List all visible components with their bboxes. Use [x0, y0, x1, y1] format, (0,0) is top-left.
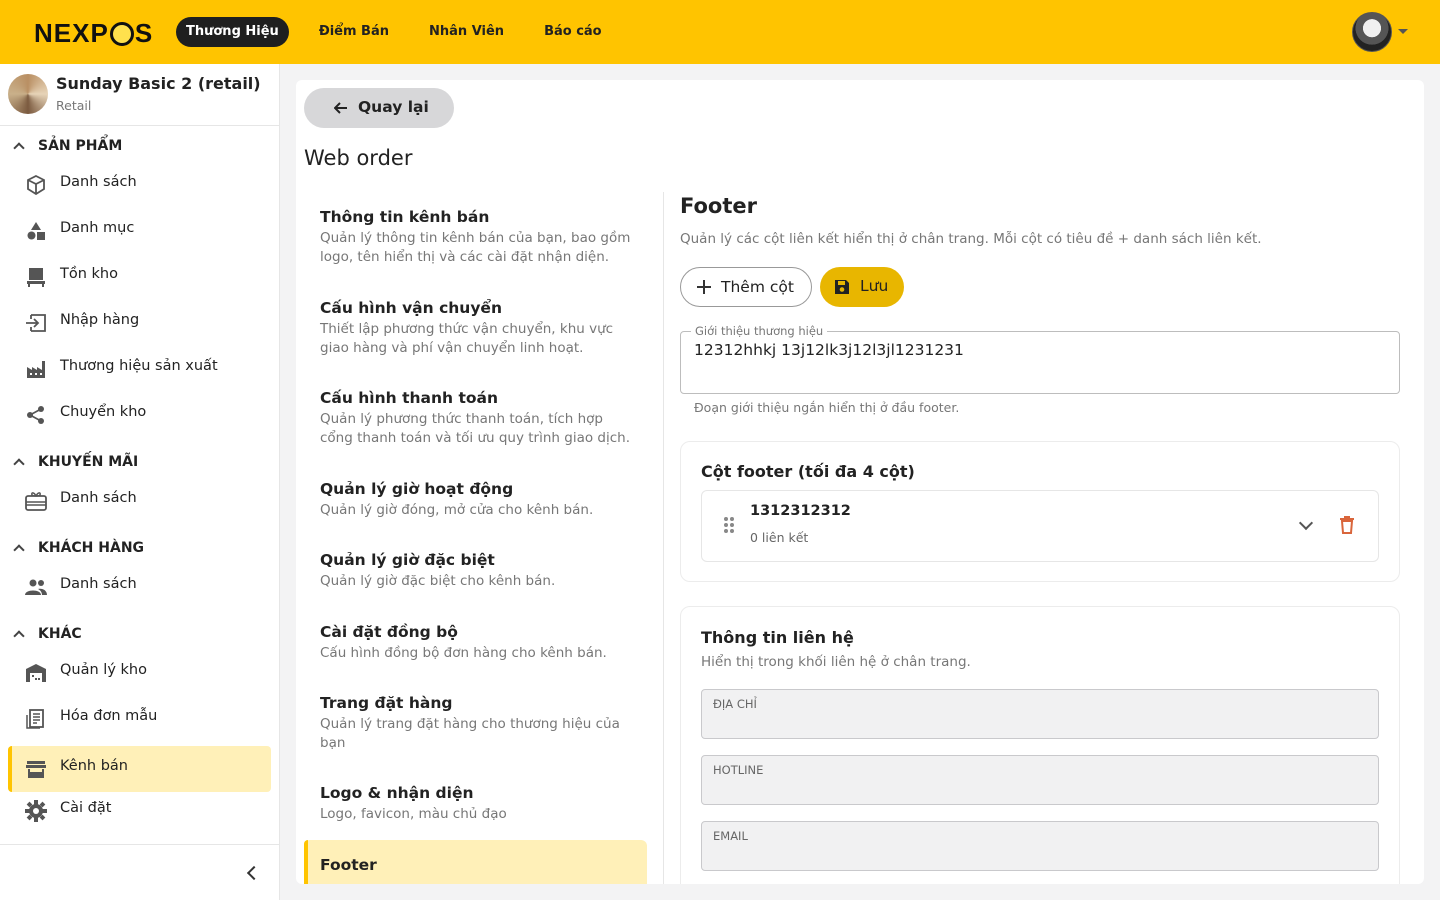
- store-name: Sunday Basic 2 (retail): [56, 74, 261, 93]
- trash-icon[interactable]: [1340, 516, 1354, 534]
- category-icon: [25, 220, 47, 242]
- hotline-field[interactable]: HOTLINE: [701, 755, 1379, 805]
- logo-circle-icon: [109, 21, 134, 46]
- sidebar-item-nhap-hang[interactable]: Nhập hàng: [8, 300, 271, 346]
- brand-intro-helper-text: Đoạn giới thiệu ngắn hiển thị ở đầu foot…: [694, 400, 960, 415]
- nexpos-logo[interactable]: NEXP S: [34, 18, 153, 49]
- drag-handle-icon[interactable]: [724, 517, 736, 535]
- save-button[interactable]: Lưu: [820, 267, 904, 307]
- address-label: ĐỊA CHỈ: [713, 697, 757, 711]
- section-san-pham[interactable]: SẢN PHẨM: [14, 134, 122, 158]
- chevron-up-icon: [14, 543, 24, 553]
- chevron-up-icon: [14, 141, 24, 151]
- topnav-nhan-vien[interactable]: Nhân Viên: [419, 17, 514, 47]
- gift-card-icon: [25, 490, 47, 512]
- sidebar-item-danh-muc[interactable]: Danh mục: [8, 208, 271, 254]
- sidebar-item-cai-dat[interactable]: Cài đặt: [8, 788, 271, 834]
- section-title: Footer: [680, 194, 757, 218]
- setting-thong-tin-kenh-ban[interactable]: Thông tin kênh bán Quản lý thông tin kên…: [304, 208, 647, 278]
- sidebar-item-danh-sach-khach-hang[interactable]: Danh sách: [8, 564, 271, 610]
- warehouse-shelf-icon: [25, 266, 47, 288]
- footer-columns-title: Cột footer (tối đa 4 cột): [701, 462, 915, 481]
- top-nav: Thương Hiệu Điểm Bán Nhân Viên Báo cáo: [176, 17, 632, 47]
- plus-icon: [697, 280, 711, 294]
- sidebar-item-danh-sach-khuyen-mai[interactable]: Danh sách: [8, 478, 271, 524]
- add-column-button[interactable]: Thêm cột: [680, 267, 812, 307]
- setting-cai-dat-dong-bo[interactable]: Cài đặt đồng bộ Cấu hình đồng bộ đơn hàn…: [304, 623, 647, 673]
- footer-column-item[interactable]: 1312312312 0 liên kết: [701, 490, 1379, 562]
- sidebar-item-ton-kho[interactable]: Tồn kho: [8, 254, 271, 300]
- chevron-down-icon[interactable]: [1298, 517, 1314, 533]
- cube-icon: [25, 174, 47, 196]
- factory-icon: [25, 358, 47, 380]
- divider: [0, 844, 279, 845]
- setting-logo-nhan-dien[interactable]: Logo & nhận diện Logo, favicon, màu chủ …: [304, 784, 647, 834]
- top-bar: NEXP S Thương Hiệu Điểm Bán Nhân Viên Báo…: [0, 0, 1440, 64]
- section-description: Quản lý các cột liên kết hiển thị ở chân…: [680, 231, 1262, 247]
- share-icon: [25, 404, 47, 426]
- sidebar: Sunday Basic 2 (retail) Retail SẢN PHẨM …: [0, 64, 280, 900]
- footer-column-name: 1312312312: [750, 503, 851, 519]
- contact-info-description: Hiển thị trong khối liên hệ ở chân trang…: [701, 654, 971, 670]
- email-field[interactable]: EMAIL: [701, 821, 1379, 871]
- setting-quan-ly-gio-dac-biet[interactable]: Quản lý giờ đặc biệt Quản lý giờ đặc biệ…: [304, 551, 647, 601]
- sidebar-item-hoa-don-mau[interactable]: Hóa đơn mẫu: [8, 696, 271, 742]
- people-icon: [25, 576, 47, 598]
- collapse-sidebar-chevron-left-icon[interactable]: [242, 863, 262, 883]
- email-label: EMAIL: [713, 829, 748, 843]
- store-icon: [25, 758, 47, 780]
- section-khuyen-mai[interactable]: KHUYẾN MÃI: [14, 450, 138, 474]
- floppy-disk-icon: [835, 280, 849, 294]
- user-avatar[interactable]: [1352, 12, 1392, 52]
- email-input[interactable]: [713, 844, 1363, 866]
- hotline-input[interactable]: [713, 778, 1363, 800]
- contact-info-title: Thông tin liên hệ: [701, 628, 854, 647]
- sidebar-item-danh-sach-san-pham[interactable]: Danh sách: [8, 162, 271, 208]
- arrow-left-icon: [334, 102, 347, 114]
- hotline-label: HOTLINE: [713, 763, 764, 777]
- store-avatar: [8, 74, 48, 114]
- store-header[interactable]: Sunday Basic 2 (retail) Retail: [8, 74, 272, 126]
- page-title: Web order: [304, 146, 413, 170]
- divider: [663, 192, 664, 884]
- setting-cau-hinh-van-chuyen[interactable]: Cấu hình vận chuyển Thiết lập phương thứ…: [304, 299, 647, 369]
- sidebar-item-quan-ly-kho[interactable]: Quản lý kho: [8, 650, 271, 696]
- store-type: Retail: [56, 98, 92, 113]
- gear-icon: [25, 800, 47, 822]
- chevron-up-icon: [14, 457, 24, 467]
- main-card: Quay lại Web order Thông tin kênh bán Qu…: [296, 80, 1424, 884]
- caret-down-icon[interactable]: [1398, 29, 1408, 34]
- sidebar-item-kenh-ban[interactable]: Kênh bán: [8, 746, 271, 792]
- warehouse-icon: [25, 662, 47, 684]
- brand-intro-field[interactable]: Giới thiệu thương hiệu 12312hhkj 13j12lk…: [680, 324, 1400, 394]
- contact-info-card: Thông tin liên hệ Hiển thị trong khối li…: [680, 606, 1400, 884]
- topnav-thuong-hieu[interactable]: Thương Hiệu: [176, 17, 289, 47]
- setting-quan-ly-gio-hoat-dong[interactable]: Quản lý giờ hoạt động Quản lý giờ đóng, …: [304, 480, 647, 530]
- divider: [0, 125, 279, 126]
- receipt-icon: [25, 708, 47, 730]
- sidebar-item-chuyen-kho[interactable]: Chuyển kho: [8, 392, 271, 438]
- section-khac[interactable]: KHÁC: [14, 622, 82, 646]
- sidebar-item-thuong-hieu-san-xuat[interactable]: Thương hiệu sản xuất: [8, 346, 271, 392]
- setting-footer[interactable]: Footer: [304, 840, 647, 884]
- address-input[interactable]: [713, 712, 1363, 734]
- address-field[interactable]: ĐỊA CHỈ: [701, 689, 1379, 739]
- section-khach-hang[interactable]: KHÁCH HÀNG: [14, 536, 144, 560]
- brand-intro-label: Giới thiệu thương hiệu: [691, 324, 828, 338]
- setting-cau-hinh-thanh-toan[interactable]: Cấu hình thanh toán Quản lý phương thức …: [304, 389, 647, 459]
- topnav-bao-cao[interactable]: Báo cáo: [534, 17, 612, 47]
- setting-trang-dat-hang[interactable]: Trang đặt hàng Quản lý trang đặt hàng ch…: [304, 694, 647, 764]
- back-button[interactable]: Quay lại: [304, 88, 454, 128]
- import-icon: [25, 312, 47, 334]
- chevron-up-icon: [14, 629, 24, 639]
- topnav-diem-ban[interactable]: Điểm Bán: [309, 17, 399, 47]
- brand-intro-value: 12312hhkj 13j12lk3j12l3jl1231231: [694, 341, 964, 359]
- footer-columns-card: Cột footer (tối đa 4 cột) 1312312312 0 l…: [680, 441, 1400, 582]
- footer-column-link-count: 0 liên kết: [750, 530, 809, 545]
